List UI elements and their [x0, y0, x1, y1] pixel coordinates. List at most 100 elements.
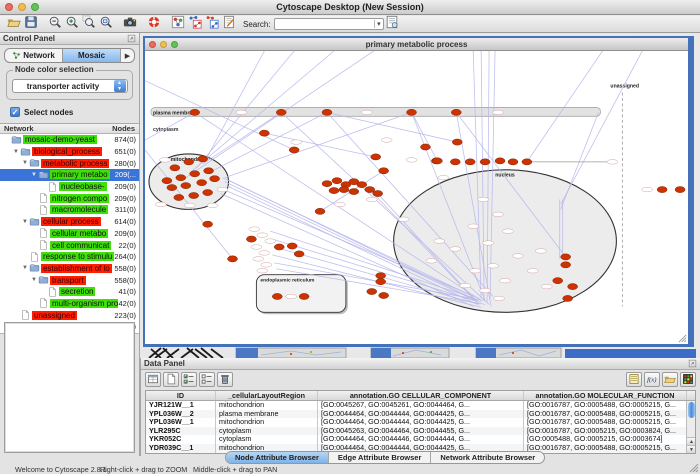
network-node[interactable] [174, 194, 184, 200]
network-node[interactable] [561, 262, 571, 268]
scrollbar-thumb[interactable] [688, 402, 695, 418]
float-panel-icon[interactable] [127, 30, 136, 48]
tree-row[interactable]: macromolecule311(0) [0, 204, 139, 216]
network-node[interactable] [420, 144, 430, 150]
attribute-table-icon[interactable] [145, 372, 161, 387]
network-node[interactable] [432, 158, 442, 164]
layout-b-icon[interactable] [203, 14, 220, 29]
network-node[interactable] [228, 256, 238, 262]
network-node[interactable] [170, 165, 180, 171]
table-row[interactable]: YPL036W__1mitochondrion[GO:0044464, GO:0… [146, 418, 695, 427]
network-node[interactable] [299, 293, 309, 299]
tree-row[interactable]: ▼metabolic process280(0) [0, 157, 139, 169]
network-node[interactable] [184, 159, 194, 165]
compartment-nucleus[interactable] [394, 170, 617, 313]
unselect-attributes-icon[interactable] [199, 372, 215, 387]
resize-grip-icon[interactable] [689, 463, 699, 473]
table-row[interactable]: YPL036W__2plasma membrane[GO:0044464, GO… [146, 410, 695, 419]
network-node[interactable] [349, 188, 359, 194]
network-edge[interactable] [561, 51, 643, 204]
import-attributes-icon[interactable] [662, 372, 678, 387]
select-attributes-icon[interactable] [181, 372, 197, 387]
network-node[interactable] [450, 159, 460, 165]
column-header[interactable]: annotation.GO MOLECULAR_FUNCTION [524, 391, 687, 400]
zoom-selected-icon[interactable] [80, 14, 97, 29]
tab-overflow-arrow[interactable]: ▶ [121, 49, 134, 62]
network-node[interactable] [332, 178, 342, 184]
network-node[interactable] [561, 254, 571, 260]
network-node[interactable] [452, 139, 462, 145]
table-scrollbar[interactable]: ▲ ▼ [686, 401, 695, 453]
network-node[interactable] [657, 187, 667, 193]
help-ring-icon[interactable] [145, 14, 162, 29]
tree-row[interactable]: nitrogen compo209(0) [0, 192, 139, 204]
network-node[interactable] [379, 168, 389, 174]
network-node[interactable] [376, 273, 386, 279]
network-node[interactable] [274, 244, 284, 250]
column-header[interactable]: _cellularLayoutRegion [216, 391, 318, 400]
open-icon[interactable] [5, 14, 22, 29]
network-node[interactable] [259, 130, 269, 136]
network-node[interactable] [190, 109, 200, 115]
layout-a-icon[interactable] [186, 14, 203, 29]
select-nodes-option[interactable]: ✓ Select nodes [10, 107, 139, 117]
network-node[interactable] [198, 156, 208, 162]
network-node[interactable] [568, 284, 578, 290]
network-node[interactable] [276, 109, 286, 115]
network-node[interactable] [379, 292, 389, 298]
network-node[interactable] [451, 109, 461, 115]
attribute-matrix-icon[interactable] [626, 372, 642, 387]
snapshot-icon[interactable] [121, 14, 138, 29]
network-canvas[interactable]: plasma membranecytoplasmmitochondrionnuc… [145, 51, 688, 344]
annotation-icon[interactable] [220, 14, 237, 29]
tree-row[interactable]: multi-organism pro42(0) [0, 298, 139, 310]
network-node[interactable] [272, 293, 282, 299]
column-header[interactable]: annotation.GO CELLULAR_COMPONENT [318, 391, 524, 400]
network-node[interactable] [181, 183, 191, 189]
create-attribute-icon[interactable] [163, 372, 179, 387]
window-titlebar[interactable]: Cytoscape Desktop (New Session) [0, 0, 700, 15]
tree-row[interactable]: ▼biological_process651(0) [0, 146, 139, 158]
network-node[interactable] [167, 185, 177, 191]
network-node[interactable] [373, 190, 383, 196]
tree-row[interactable]: ▼establishment of lo558(0) [0, 263, 139, 275]
network-node[interactable] [162, 178, 172, 184]
tab-network[interactable]: Network [5, 49, 63, 62]
tab-network-attribute-browser[interactable]: Network Attribute Browser [431, 452, 544, 463]
search-field[interactable]: ▾ [274, 18, 384, 30]
delete-attribute-icon[interactable] [217, 372, 233, 387]
network-node[interactable] [522, 159, 532, 165]
network-edge[interactable] [327, 112, 457, 142]
zoom-in-icon[interactable] [63, 14, 80, 29]
network-node[interactable] [407, 109, 417, 115]
search-input[interactable] [275, 19, 374, 29]
tab-mosaic[interactable]: Mosaic [63, 49, 121, 62]
table-row[interactable]: YKR052Ccytoplasm[GO:0044464, GO:0044446,… [146, 435, 695, 444]
attribute-table-header[interactable]: ID_cellularLayoutRegionannotation.GO CEL… [146, 391, 695, 401]
tab-edge-attribute-browser[interactable]: Edge Attribute Browser [329, 452, 431, 463]
table-row[interactable]: YLR295Ccytoplasm[GO:0045263, GO:0044464,… [146, 427, 695, 436]
tree-expander-icon[interactable]: ▼ [12, 149, 20, 155]
tree-expander-icon[interactable]: ▼ [30, 172, 38, 178]
tree-expander-icon[interactable]: ▼ [21, 265, 29, 271]
tree-expander-icon[interactable]: ▼ [21, 160, 29, 166]
scroll-down-arrow[interactable]: ▼ [687, 445, 696, 453]
network-node[interactable] [675, 187, 685, 193]
search-config-icon[interactable] [384, 14, 401, 29]
tree-row[interactable]: cell communicat22(0) [0, 239, 139, 251]
zoom-fit-icon[interactable] [97, 14, 114, 29]
column-header[interactable]: ID [146, 391, 216, 400]
tree-row[interactable]: response to stimulu264(0) [0, 251, 139, 263]
network-node[interactable] [289, 147, 299, 153]
tree-row[interactable]: ▼primary metabo209(... [0, 169, 139, 181]
tree-row[interactable]: unassigned223(0) [0, 309, 139, 321]
network-node[interactable] [203, 221, 213, 227]
network-node[interactable] [294, 251, 304, 257]
function-builder-icon[interactable]: f(x) [644, 372, 660, 387]
network-node[interactable] [357, 182, 367, 188]
tree-row[interactable]: secretion41(0) [0, 286, 139, 298]
network-node[interactable] [322, 181, 332, 187]
network-node[interactable] [210, 176, 220, 182]
network-node[interactable] [204, 168, 214, 174]
network-node[interactable] [287, 243, 297, 249]
